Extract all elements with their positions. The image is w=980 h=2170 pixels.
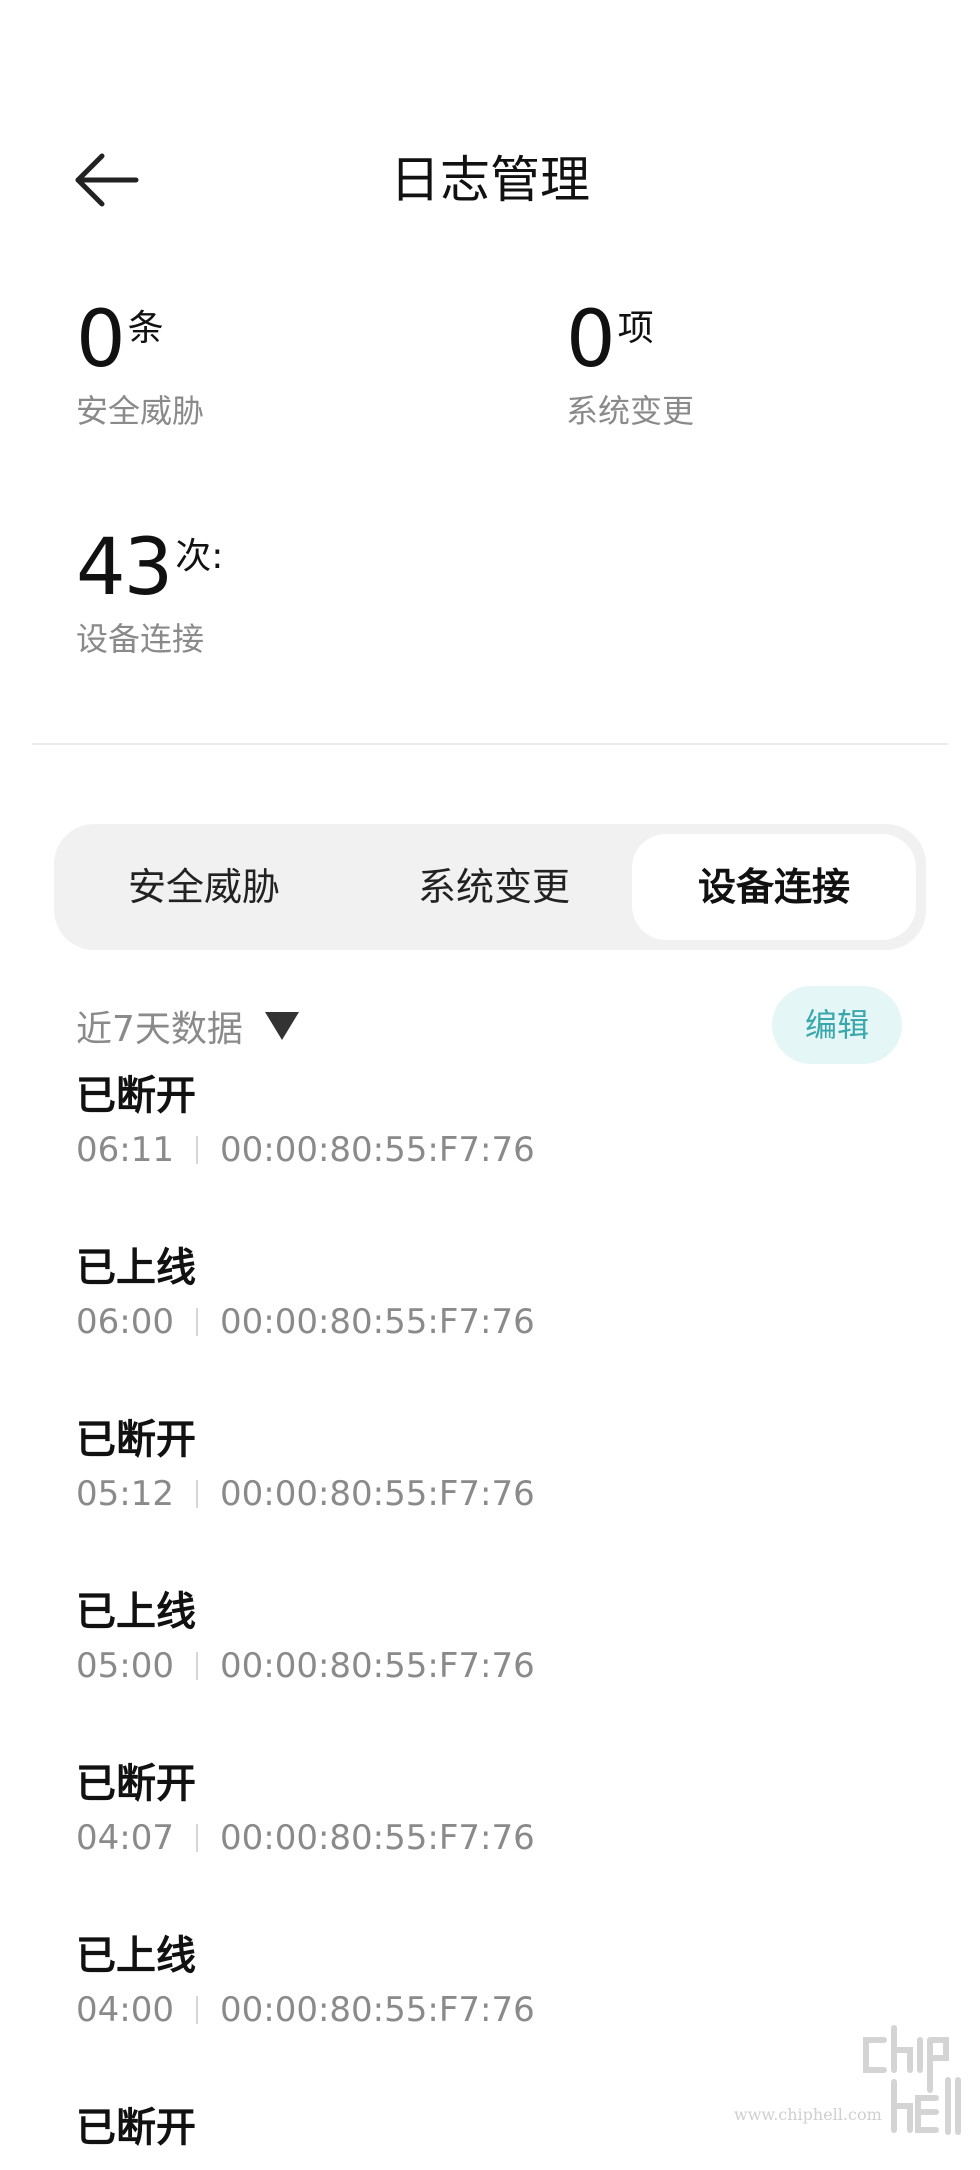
stat-number-row: 0 条	[76, 300, 204, 380]
chiphell-logo-icon	[863, 2025, 961, 2135]
separator	[195, 1136, 198, 1164]
separator	[195, 1652, 198, 1680]
stat-system-change: 0 项 系统变更	[566, 300, 694, 432]
log-time: 05:00	[76, 1646, 174, 1686]
back-arrow-icon	[75, 153, 139, 207]
page-title-wrap: 日志管理	[0, 150, 980, 210]
log-mac-address: 00:00:80:55:F7:76	[219, 1302, 535, 1342]
list-item[interactable]: 已断开 06:11 00:00:80:55:F7:76	[76, 1068, 936, 1240]
watermark-logo: www.chiphell.com	[734, 2020, 964, 2150]
tab-security-threat[interactable]: 安全威胁	[64, 834, 344, 940]
log-meta: 05:12 00:00:80:55:F7:76	[76, 1470, 936, 1518]
list-item[interactable]: 已断开 05:12 00:00:80:55:F7:76	[76, 1412, 936, 1584]
log-time: 04:00	[76, 1990, 174, 2030]
stat-security-threat: 0 条 安全威胁	[76, 300, 204, 432]
category-tabs: 安全威胁 系统变更 设备连接	[54, 824, 926, 950]
stat-value: 43	[76, 523, 173, 613]
log-status: 已断开	[76, 1417, 196, 1463]
stat-label: 设备连接	[76, 620, 205, 658]
log-management-page: 日志管理 0 条 安全威胁 0 项 系统变更 43 次: 设备连接 安全威胁 系…	[0, 0, 980, 2170]
list-item[interactable]: 已上线 05:00 00:00:80:55:F7:76	[76, 1584, 936, 1756]
stat-device-connection: 43 次: 设备连接	[76, 528, 223, 660]
date-range-filter[interactable]: 近7天数据	[76, 1000, 299, 1052]
stat-label: 系统变更	[566, 392, 695, 430]
tab-device-connection[interactable]: 设备连接	[632, 834, 916, 940]
separator	[195, 1308, 198, 1336]
triangle-down-icon	[264, 1012, 299, 1040]
log-mac-address: 00:00:80:55:F7:76	[219, 1130, 535, 1170]
log-time: 04:07	[76, 1818, 174, 1858]
stat-unit: 次:	[175, 536, 224, 577]
log-mac-address: 00:00:80:55:F7:76	[219, 1474, 535, 1514]
log-status: 已上线	[76, 1933, 196, 1979]
separator	[195, 1480, 198, 1508]
list-item[interactable]: 已断开 04:07 00:00:80:55:F7:76	[76, 1756, 936, 1928]
log-status: 已上线	[76, 1589, 196, 1635]
log-time: 06:11	[76, 1130, 174, 1170]
log-mac-address: 00:00:80:55:F7:76	[219, 1818, 535, 1858]
log-status: 已断开	[76, 1761, 196, 1807]
stat-unit: 项	[617, 308, 654, 349]
log-status: 已上线	[76, 1245, 196, 1291]
divider	[32, 743, 948, 745]
log-meta: 06:00 00:00:80:55:F7:76	[76, 1298, 936, 1346]
log-mac-address: 00:00:80:55:F7:76	[219, 1990, 535, 2030]
watermark-text: www.chiphell.com	[734, 2105, 882, 2124]
log-meta: 04:07 00:00:80:55:F7:76	[76, 1814, 936, 1862]
date-range-label: 近7天数据	[76, 1009, 243, 1050]
stat-value: 0	[566, 295, 616, 385]
stat-label: 安全威胁	[76, 392, 205, 430]
edit-button[interactable]: 编辑	[772, 986, 902, 1064]
log-time: 05:12	[76, 1474, 174, 1514]
back-button[interactable]	[72, 150, 144, 210]
log-list: 已断开 06:11 00:00:80:55:F7:76 已上线 06:00 00…	[76, 1068, 936, 2170]
stat-number-row: 43 次:	[76, 528, 223, 608]
stat-value: 0	[76, 295, 126, 385]
log-status: 已断开	[76, 1073, 196, 1119]
stat-number-row: 0 项	[566, 300, 694, 380]
separator	[195, 1824, 198, 1852]
separator	[195, 1996, 198, 2024]
log-mac-address: 00:00:80:55:F7:76	[219, 1646, 535, 1686]
list-item[interactable]: 已上线 06:00 00:00:80:55:F7:76	[76, 1240, 936, 1412]
log-meta: 05:00 00:00:80:55:F7:76	[76, 1642, 936, 1690]
log-meta: 06:11 00:00:80:55:F7:76	[76, 1126, 936, 1174]
page-title: 日志管理	[390, 151, 590, 209]
stat-unit: 条	[127, 308, 164, 349]
tab-system-change[interactable]: 系统变更	[354, 834, 634, 940]
log-time: 06:00	[76, 1302, 174, 1342]
